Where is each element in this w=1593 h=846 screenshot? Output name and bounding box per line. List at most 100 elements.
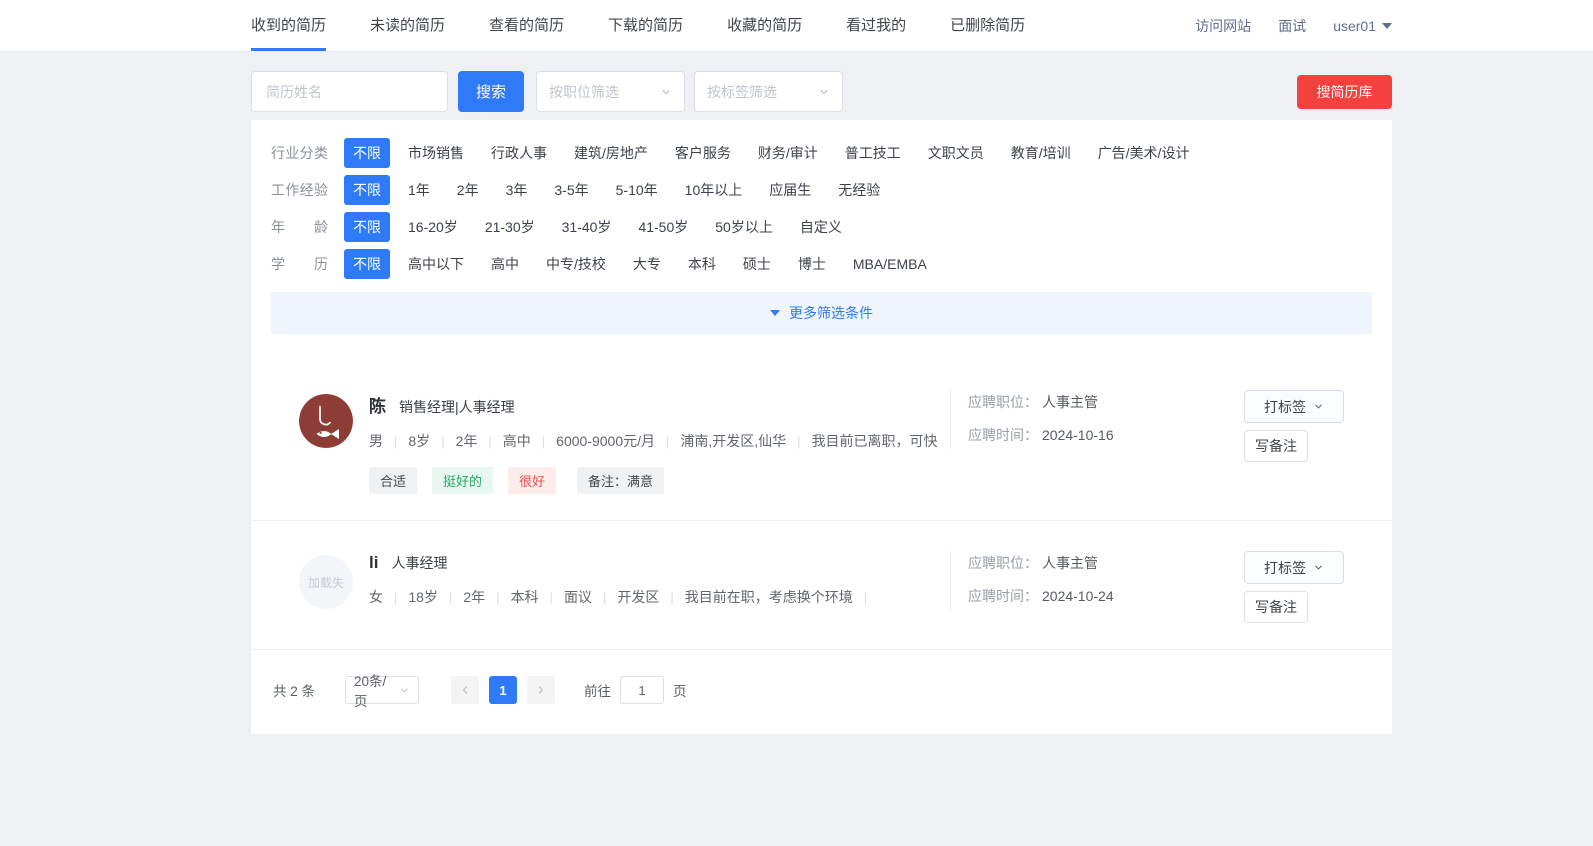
tag-button-label: 打标签: [1264, 558, 1306, 578]
user-menu[interactable]: user01: [1333, 18, 1392, 34]
filter-option[interactable]: 博士: [798, 254, 826, 274]
chevron-left-icon: [459, 684, 471, 696]
nav-tab-1[interactable]: 未读的简历: [370, 0, 445, 51]
avatar: [299, 394, 353, 448]
tag-button-label: 打标签: [1264, 397, 1306, 417]
apply-position-value: 人事主管: [1042, 555, 1098, 571]
filter-option[interactable]: 3-5年: [554, 180, 588, 200]
chevron-down-icon: [660, 86, 672, 98]
resume-detail: 8岁: [408, 431, 430, 451]
filter-option[interactable]: 教育/培训: [1011, 143, 1071, 163]
apply-info: 应聘职位：人事主管应聘时间：2024-10-16: [950, 390, 1232, 449]
resume-detail: 浦南,开发区,仙华: [680, 431, 786, 451]
fish-placeholder-icon: [299, 394, 353, 448]
filter-option[interactable]: 21-30岁: [485, 217, 535, 237]
filter-option[interactable]: 5-10年: [616, 180, 658, 200]
filter-options: 不限 1年 2年 3年 3-5年 5-10年 10年以上 应届生 无经验: [344, 175, 907, 205]
filter-option[interactable]: 50岁以上: [715, 217, 773, 237]
filter-option[interactable]: 41-50岁: [638, 217, 688, 237]
separator: |: [864, 590, 867, 605]
filter-option[interactable]: 硕士: [743, 254, 771, 274]
pagination: 共 2 条 20条/页 1 前往 页: [251, 650, 1392, 734]
apply-time-label: 应聘时间：: [968, 427, 1038, 443]
filter-option[interactable]: 不限: [344, 249, 390, 279]
interview-link[interactable]: 面试: [1278, 16, 1306, 36]
page-size-select[interactable]: 20条/页: [345, 676, 419, 704]
separator: |: [496, 590, 499, 605]
resume-actions: 打标签写备注: [1244, 390, 1344, 462]
nav-tab-3[interactable]: 下载的简历: [608, 0, 683, 51]
filter-option[interactable]: 应届生: [769, 180, 811, 200]
filter-option[interactable]: 10年以上: [685, 180, 743, 200]
tag-filter-placeholder: 按标签筛选: [707, 82, 777, 102]
prev-page-button[interactable]: [451, 676, 479, 704]
resume-panel: 行业分类不限市场销售行政人事建筑/房地产客户服务财务/审计普工技工文职文员教育/…: [251, 120, 1392, 734]
separator: |: [670, 590, 673, 605]
filter-option[interactable]: 31-40岁: [562, 217, 612, 237]
resume-name[interactable]: 陈: [369, 392, 386, 417]
resume-tags: 合适挺好的很好备注：满意: [369, 467, 938, 494]
filter-option[interactable]: 行政人事: [491, 143, 547, 163]
nav-tab-5[interactable]: 看过我的: [846, 0, 906, 51]
filter-option[interactable]: 不限: [344, 212, 390, 242]
filter-option[interactable]: 1年: [408, 180, 430, 200]
filter-option[interactable]: 无经验: [838, 180, 880, 200]
filter-option[interactable]: 建筑/房地产: [574, 143, 648, 163]
separator: |: [488, 434, 491, 449]
filter-option[interactable]: 普工技工: [845, 143, 901, 163]
filter-option[interactable]: 高中: [491, 254, 519, 274]
resume-detail: 女: [369, 587, 383, 607]
tag-button[interactable]: 打标签: [1244, 390, 1344, 423]
tag-filter-select[interactable]: 按标签筛选: [694, 71, 843, 112]
apply-position-label: 应聘职位：: [968, 394, 1038, 410]
filter-option[interactable]: 广告/美术/设计: [1098, 143, 1190, 163]
resume-name[interactable]: li: [369, 553, 378, 573]
page-number-button[interactable]: 1: [489, 676, 517, 704]
visit-site-link[interactable]: 访问网站: [1195, 16, 1251, 36]
nav-tab-2[interactable]: 查看的简历: [489, 0, 564, 51]
filter-option[interactable]: 自定义: [800, 217, 842, 237]
separator: |: [394, 590, 397, 605]
page-size-value: 20条/页: [354, 670, 399, 710]
filter-option[interactable]: 3年: [506, 180, 528, 200]
filter-row-3: 学历不限高中以下高中中专/技校大专本科硕士博士MBA/EMBA: [251, 245, 1392, 282]
filter-option[interactable]: 中专/技校: [546, 254, 606, 274]
chevron-down-icon: [818, 86, 830, 98]
nav-tab-0[interactable]: 收到的简历: [251, 0, 326, 51]
next-page-button[interactable]: [527, 676, 555, 704]
filter-option[interactable]: 不限: [344, 175, 390, 205]
note-button[interactable]: 写备注: [1244, 430, 1308, 462]
total-count: 共 2 条: [273, 680, 315, 700]
filter-option[interactable]: 16-20岁: [408, 217, 458, 237]
nav-tab-6[interactable]: 已删除简历: [950, 0, 1025, 51]
resume-name-input[interactable]: [251, 71, 448, 112]
note-button[interactable]: 写备注: [1244, 591, 1308, 623]
nav-tab-4[interactable]: 收藏的简历: [727, 0, 802, 51]
search-button[interactable]: 搜索: [458, 71, 524, 112]
apply-time: 应聘时间：2024-10-24: [968, 586, 1232, 606]
search-toolbar: 搜索 按职位筛选 按标签筛选 搜简历库: [251, 71, 1392, 112]
chevron-right-icon: [535, 684, 547, 696]
more-filters-toggle[interactable]: 更多筛选条件: [271, 292, 1372, 334]
filter-option[interactable]: 高中以下: [408, 254, 464, 274]
filter-option[interactable]: 大专: [633, 254, 661, 274]
resume-library-button[interactable]: 搜简历库: [1297, 75, 1392, 109]
filter-option[interactable]: 财务/审计: [758, 143, 818, 163]
chevron-down-icon: [399, 685, 410, 696]
position-filter-select[interactable]: 按职位筛选: [536, 71, 685, 112]
filter-option[interactable]: 市场销售: [408, 143, 464, 163]
filter-label: 年龄: [271, 217, 328, 237]
tag-button[interactable]: 打标签: [1244, 551, 1344, 584]
filter-option[interactable]: 文职文员: [928, 143, 984, 163]
page-unit-label: 页: [673, 680, 687, 700]
separator: |: [394, 434, 397, 449]
filter-option[interactable]: MBA/EMBA: [853, 256, 927, 272]
goto-page-input[interactable]: [620, 676, 664, 704]
filter-option[interactable]: 2年: [457, 180, 479, 200]
filter-option[interactable]: 不限: [344, 138, 390, 168]
position-filter-placeholder: 按职位筛选: [549, 82, 619, 102]
filter-option[interactable]: 本科: [688, 254, 716, 274]
filter-row-2: 年龄不限 16-20岁 21-30岁 31-40岁 41-50岁 50岁以上 自定义: [251, 208, 1392, 245]
filter-label: 工作经验: [271, 180, 328, 200]
filter-option[interactable]: 客户服务: [675, 143, 731, 163]
